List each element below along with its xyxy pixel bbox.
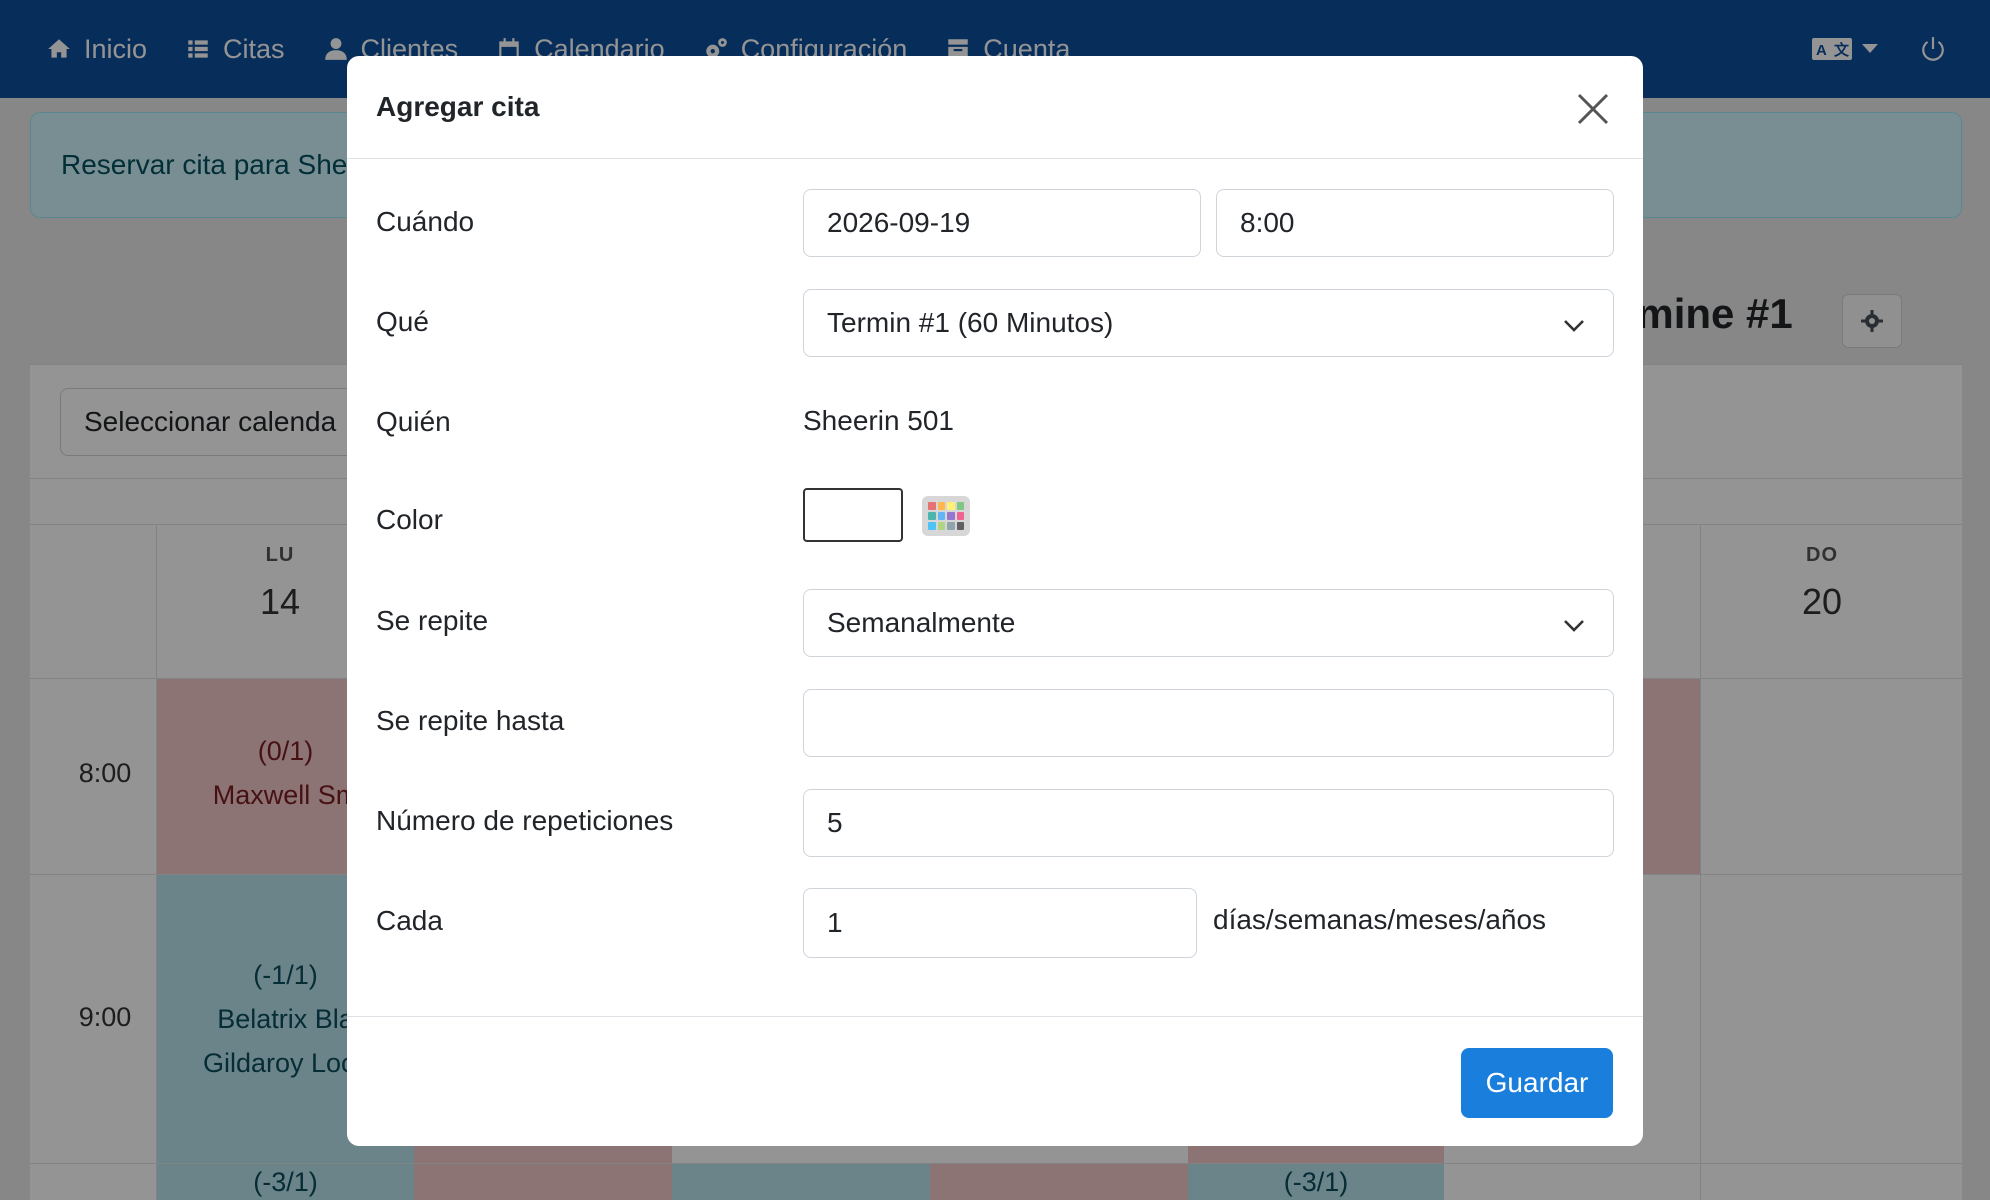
color-label: Color <box>376 504 443 535</box>
add-appointment-modal: Agregar cita Cuándo 2026-09-19 8:00 Qué … <box>347 56 1643 1146</box>
what-label: Qué <box>376 306 429 337</box>
when-label: Cuándo <box>376 206 475 237</box>
date-input[interactable]: 2026-09-19 <box>803 189 1201 257</box>
repetitions-input[interactable]: 5 <box>803 789 1614 857</box>
repeat-until-label: Se repite hasta <box>376 705 565 736</box>
customer-name: Sheerin 501 <box>803 405 955 436</box>
close-icon <box>1577 93 1609 125</box>
repetitions-label: Número de repeticiones <box>376 805 674 836</box>
color-swatch-input[interactable] <box>803 488 903 542</box>
date-value: 2026-09-19 <box>827 207 971 238</box>
modal-footer-divider <box>347 1016 1643 1017</box>
time-input[interactable]: 8:00 <box>1216 189 1614 257</box>
who-label: Quién <box>376 406 451 437</box>
repeat-until-input[interactable] <box>803 689 1614 757</box>
time-value: 8:00 <box>1240 207 1295 238</box>
interval-unit-text: días/semanas/meses/años <box>1213 904 1547 935</box>
modal-header: Agregar cita <box>347 56 1643 159</box>
repeat-select[interactable]: Semanalmente <box>803 589 1614 657</box>
every-label: Cada <box>376 905 443 936</box>
service-select[interactable]: Termin #1 (60 Minutos) <box>803 289 1614 357</box>
repeat-value: Semanalmente <box>827 607 1016 638</box>
save-button[interactable]: Guardar <box>1461 1048 1613 1118</box>
close-button[interactable] <box>1573 89 1613 129</box>
service-value: Termin #1 (60 Minutos) <box>827 307 1114 338</box>
modal-title: Agregar cita <box>376 91 540 122</box>
chevron-down-icon <box>1564 320 1584 332</box>
interval-value: 1 <box>827 907 843 938</box>
color-palette-icon[interactable] <box>922 496 970 536</box>
repeat-label: Se repite <box>376 605 489 636</box>
interval-input[interactable]: 1 <box>803 888 1197 958</box>
repetitions-value: 5 <box>827 807 843 838</box>
chevron-down-icon <box>1564 620 1584 632</box>
